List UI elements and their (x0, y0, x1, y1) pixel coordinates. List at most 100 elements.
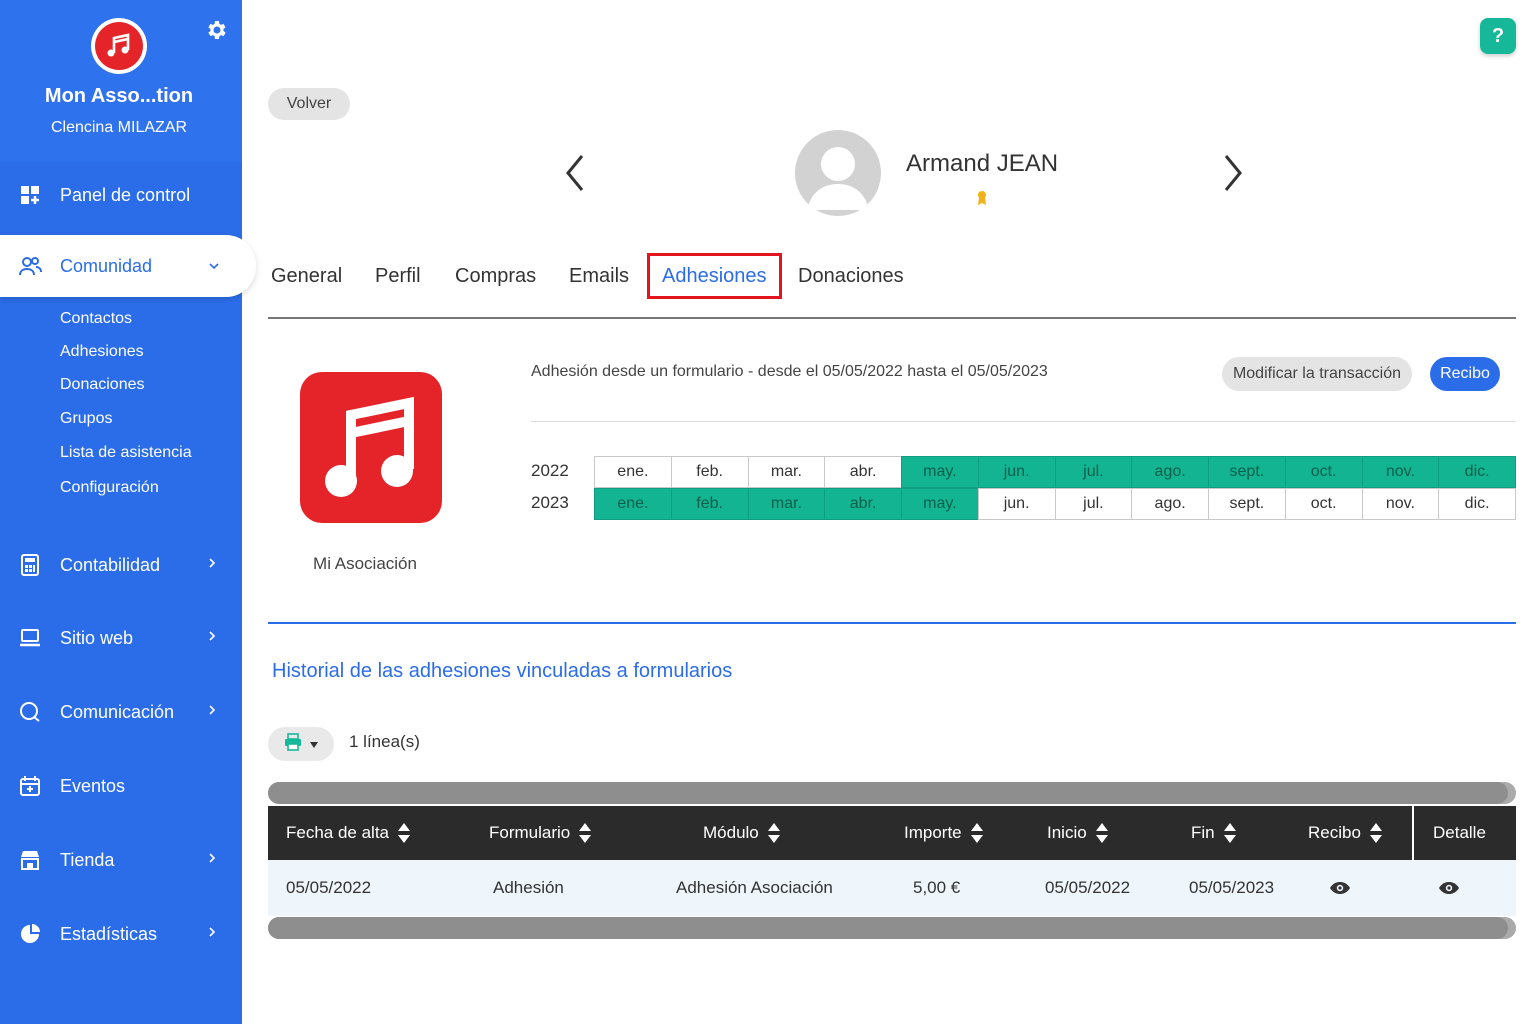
nav-label: Comunicación (60, 701, 175, 722)
month-cell: jul. (1054, 488, 1133, 520)
tab-adhesiones[interactable]: Adhesiones (647, 253, 782, 299)
month-cell: jun. (977, 488, 1056, 520)
nav-contabilidad[interactable]: Contabilidad (0, 543, 242, 587)
column-header-fecha[interactable]: Fecha de alta (286, 806, 411, 860)
tab-emails[interactable]: Emails (569, 256, 629, 296)
modify-transaction-button[interactable]: Modificar la transacción (1222, 357, 1412, 391)
year-label: 2023 (531, 493, 569, 512)
column-label: Importe (904, 823, 962, 842)
month-cell-active: may. (901, 456, 979, 488)
sub-item-configuracion[interactable]: Configuración (60, 479, 159, 497)
avatar (795, 130, 881, 216)
printer-icon (284, 732, 302, 756)
tab-general[interactable]: General (271, 256, 342, 296)
receipt-button[interactable]: Recibo (1430, 357, 1500, 391)
nav-label: Panel de control (60, 184, 191, 205)
gear-icon[interactable] (204, 18, 228, 42)
tab-compras[interactable]: Compras (455, 256, 536, 296)
previous-contact-arrow-icon[interactable] (560, 152, 590, 194)
month-cell-active: dic. (1438, 456, 1516, 488)
export-dropdown-button[interactable] (268, 727, 334, 761)
laptop-icon (18, 626, 42, 650)
nav-eventos[interactable]: Eventos (0, 764, 242, 808)
column-label: Inicio (1047, 823, 1087, 842)
detail-view-eye-icon[interactable] (1438, 860, 1460, 916)
month-cell: sept. (1208, 488, 1286, 520)
medal-icon (976, 190, 988, 206)
column-header-inicio[interactable]: Inicio (1047, 806, 1109, 860)
cell-formulario: Adhesión (493, 878, 564, 897)
sort-icon (398, 823, 411, 843)
sort-icon (1223, 823, 1236, 843)
month-cell-active: ene. (594, 488, 672, 520)
tab-perfil[interactable]: Perfil (375, 256, 421, 296)
sidebar-header: Mon Asso...tion Clencina MILAZAR (0, 0, 242, 162)
column-header-fin[interactable]: Fin (1191, 806, 1237, 860)
nav-comunidad[interactable]: Comunidad (0, 235, 256, 297)
receipt-view-eye-icon[interactable] (1329, 860, 1351, 916)
year-label: 2022 (531, 461, 569, 480)
nav-comunicacion[interactable]: Comunicación (0, 690, 242, 734)
cell-fecha: 05/05/2022 (286, 878, 372, 897)
nav-tienda[interactable]: Tienda (0, 838, 242, 882)
column-label: Formulario (489, 823, 571, 842)
column-label: Fin (1191, 823, 1215, 842)
month-cell: nov. (1361, 488, 1440, 520)
column-header-recibo[interactable]: Recibo (1308, 806, 1383, 860)
sub-item-grupos[interactable]: Grupos (60, 410, 112, 428)
sub-item-donaciones[interactable]: Donaciones (60, 376, 145, 394)
calculator-icon (18, 553, 42, 577)
cell-fin: 05/05/2023 (1189, 878, 1275, 897)
column-header-importe[interactable]: Importe (904, 806, 984, 860)
tabs-divider (268, 317, 1516, 319)
scrollbar-thumb[interactable] (268, 782, 1508, 804)
sort-icon (1369, 823, 1382, 843)
sub-item-adhesiones[interactable]: Adhesiones (60, 343, 144, 361)
horizontal-scrollbar-bottom[interactable] (268, 917, 1516, 939)
sub-item-lista-asistencia[interactable]: Lista de asistencia (60, 444, 192, 462)
chevron-down-icon (208, 257, 220, 275)
scrollbar-thumb[interactable] (268, 917, 1508, 939)
nav-label: Tienda (60, 849, 115, 870)
cell-inicio: 05/05/2022 (1045, 878, 1131, 897)
sidebar: Mon Asso...tion Clencina MILAZAR Panel d… (0, 0, 256, 1024)
sort-icon (767, 823, 780, 843)
main-content: ? Volver Armand JEAN General Perfil Comp… (242, 0, 1536, 1024)
month-cell: ene. (594, 456, 672, 488)
chevron-right-icon (208, 629, 216, 647)
next-contact-arrow-icon[interactable] (1218, 152, 1248, 194)
nav-label: Contabilidad (60, 554, 161, 575)
column-header-modulo[interactable]: Módulo (703, 806, 781, 860)
nav-panel-de-control[interactable]: Panel de control (0, 173, 242, 217)
organization-logo-music-icon (300, 372, 442, 523)
column-header-formulario[interactable]: Formulario (489, 806, 592, 860)
column-label: Módulo (703, 823, 759, 842)
chevron-right-icon (208, 925, 216, 943)
months-row-2022: ene. feb. mar. abr. may. jun. jul. ago. … (594, 456, 1516, 488)
chevron-right-icon (208, 851, 216, 869)
horizontal-scrollbar-top[interactable] (268, 782, 1516, 804)
help-button[interactable]: ? (1480, 18, 1516, 54)
month-cell-active: oct. (1284, 456, 1363, 488)
month-cell: mar. (747, 456, 826, 488)
nav-label: Estadísticas (60, 923, 158, 944)
back-button[interactable]: Volver (268, 88, 350, 120)
nav-label: Eventos (60, 775, 126, 796)
chat-bubble-icon (18, 700, 42, 724)
column-header-detalle: Detalle (1433, 806, 1486, 860)
nav-sitio-web[interactable]: Sitio web (0, 616, 242, 660)
section-divider (268, 622, 1516, 624)
pie-chart-icon (18, 922, 42, 946)
divider (531, 421, 1516, 422)
column-separator (1412, 806, 1414, 860)
app-title: Mon Asso...tion (44, 85, 194, 107)
nav-label: Comunidad (60, 255, 153, 276)
sub-item-contactos[interactable]: Contactos (60, 310, 132, 328)
dashboard-icon (18, 183, 42, 207)
association-logo[interactable] (91, 18, 147, 74)
tab-donaciones[interactable]: Donaciones (798, 256, 904, 296)
month-cell-active: mar. (747, 488, 826, 520)
month-cell-active: may. (901, 488, 979, 520)
organization-name: Mi Asociación (313, 554, 417, 573)
nav-estadisticas[interactable]: Estadísticas (0, 912, 242, 956)
